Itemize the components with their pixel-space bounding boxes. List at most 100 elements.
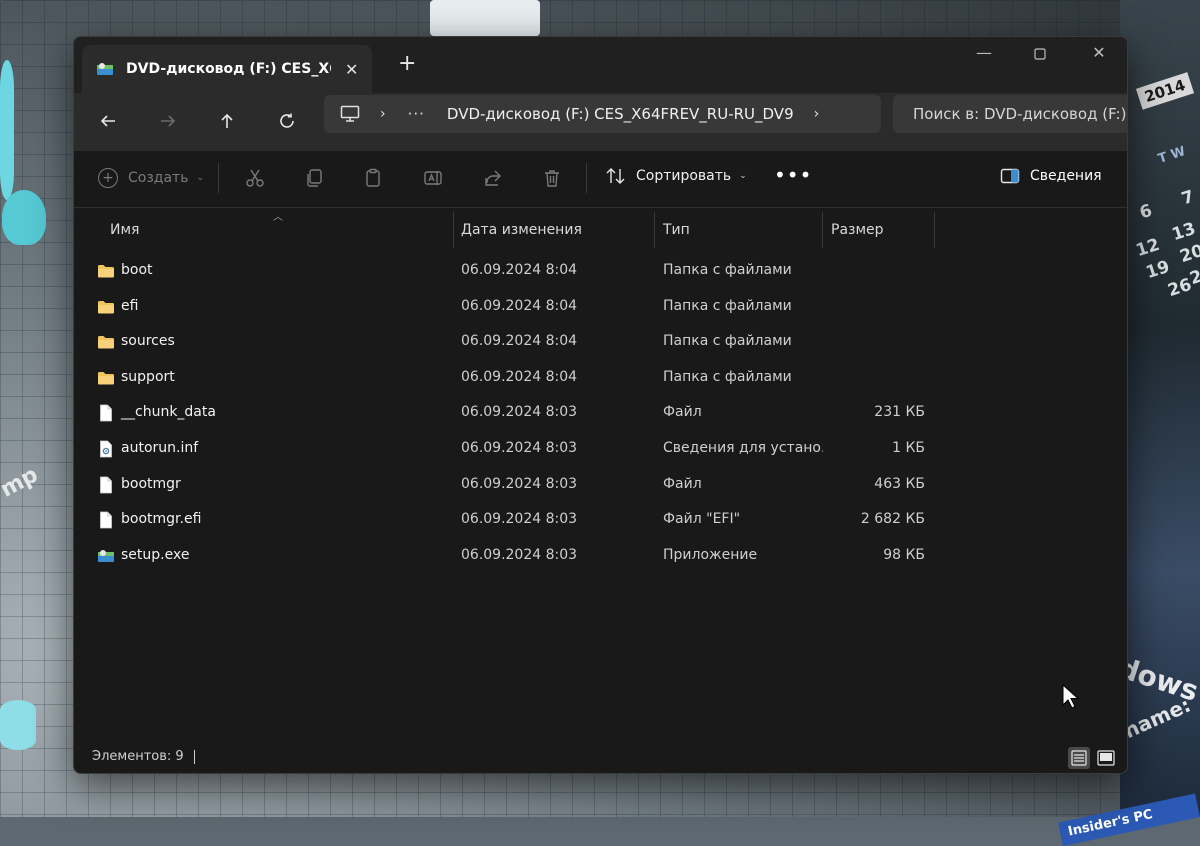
toolbar-divider (218, 163, 219, 193)
file-name: efi (121, 297, 139, 314)
details-pane-button[interactable]: Сведения (1000, 168, 1102, 184)
sort-ascending-icon: ︿ (273, 212, 283, 223)
file-row[interactable]: setup.exe 06.09.2024 8:03 Приложение 98 КБ (74, 538, 1127, 574)
column-divider[interactable] (934, 212, 935, 248)
address-bar[interactable]: › ··· DVD-дисковод (F:) CES_X64FREV_RU-R… (324, 95, 881, 133)
details-label: Сведения (1030, 168, 1102, 184)
back-icon (100, 115, 115, 127)
plus-icon: + (98, 168, 118, 188)
column-divider[interactable] (654, 212, 655, 248)
file-row[interactable]: sources 06.09.2024 8:04 Папка с файлами (74, 324, 1127, 360)
minimize-button[interactable]: — (969, 43, 999, 62)
file-icon (100, 476, 112, 493)
file-row[interactable]: bootmgr 06.09.2024 8:03 Файл 463 КБ (74, 467, 1127, 503)
column-header-name[interactable]: Имя (110, 222, 139, 238)
sort-button[interactable]: Сортировать ⌄ (606, 167, 747, 185)
file-row[interactable]: autorun.inf 06.09.2024 8:03 Сведения для у… (74, 431, 1127, 467)
address-chevron-end[interactable]: › (814, 106, 820, 122)
cut-button[interactable] (244, 167, 266, 189)
column-header-date[interactable]: Дата изменения (461, 222, 582, 238)
share-button[interactable] (482, 167, 504, 189)
folder-icon (98, 265, 114, 278)
desktop-decor-cyan-cylinder-bottom (0, 700, 36, 750)
file-date: 06.09.2024 8:04 (461, 262, 578, 278)
copy-icon (307, 169, 322, 187)
forward-icon (161, 115, 176, 127)
copy-button[interactable] (303, 167, 325, 189)
tab-title: DVD-дисковод (F:) CES_X64FREV_RU-RU_DV9 (126, 61, 331, 77)
settings-file-icon (100, 440, 112, 458)
address-path[interactable]: DVD-дисковод (F:) CES_X64FREV_RU-RU_DV9 (447, 105, 794, 123)
tab-close-icon[interactable]: ✕ (345, 60, 358, 79)
tiles-view-button[interactable] (1095, 747, 1117, 769)
file-row[interactable]: support 06.09.2024 8:04 Папка с файлами (74, 360, 1127, 396)
file-type: Сведения для устано... (663, 439, 823, 456)
chevron-down-icon: ⌄ (739, 171, 747, 181)
close-window-button[interactable]: ✕ (1084, 43, 1114, 62)
toolbar-divider (586, 163, 587, 193)
folder-icon (98, 300, 114, 314)
file-name: support (121, 368, 175, 385)
maximize-button[interactable] (1025, 45, 1055, 64)
column-header-row: ︿ Имя Дата изменения Тип Размер (74, 212, 1127, 248)
tab-dvd-drive[interactable]: DVD-дисковод (F:) CES_X64FREV_RU-RU_DV9 … (82, 45, 372, 93)
back-button[interactable] (94, 107, 122, 135)
file-row[interactable]: __chunk_data 06.09.2024 8:03 Файл 231 КБ (74, 395, 1127, 431)
file-row[interactable]: efi 06.09.2024 8:04 Папка с файлами (74, 289, 1127, 325)
desktop-decor-cone (2, 190, 46, 245)
maximize-icon (1034, 48, 1046, 60)
chevron-down-icon: ⌄ (196, 173, 204, 183)
up-button[interactable] (213, 107, 241, 135)
file-name: __chunk_data (121, 404, 216, 421)
file-type: Папка с файлами (663, 297, 792, 314)
file-size: 231 КБ (874, 404, 925, 421)
file-type: Файл "EFI" (663, 511, 741, 528)
details-pane-icon (1000, 168, 1020, 184)
item-count: Элементов: 9 (92, 749, 184, 764)
details-view-button[interactable] (1068, 747, 1090, 769)
navigation-bar: › ··· DVD-дисковод (F:) CES_X64FREV_RU-R… (74, 93, 1127, 151)
new-tab-button[interactable]: + (398, 51, 416, 76)
address-overflow-button[interactable]: ··· (408, 105, 425, 123)
sort-icon (606, 168, 625, 184)
more-options-button[interactable]: ••• (774, 163, 812, 187)
sort-label: Сортировать (636, 168, 732, 184)
file-type: Приложение (663, 546, 758, 563)
column-header-size[interactable]: Размер (831, 222, 884, 238)
forward-button[interactable] (154, 107, 182, 135)
share-icon (485, 170, 501, 186)
file-size: 2 682 КБ (860, 511, 925, 528)
file-type: Папка с файлами (663, 262, 792, 278)
file-size: 463 КБ (874, 475, 925, 492)
file-row[interactable]: boot 06.09.2024 8:04 Папка с файлами (74, 253, 1127, 289)
search-input[interactable] (911, 104, 1127, 124)
file-icon (100, 404, 112, 422)
create-label: Создать (128, 170, 189, 186)
column-header-type[interactable]: Тип (663, 222, 690, 238)
paste-button[interactable] (362, 167, 384, 189)
desktop-decor-box-top (430, 0, 540, 36)
column-divider[interactable] (453, 212, 454, 248)
rename-button[interactable] (422, 167, 444, 189)
delete-button[interactable] (541, 167, 563, 189)
refresh-button[interactable] (273, 107, 301, 135)
setup-icon (98, 549, 114, 562)
trash-icon (545, 170, 559, 187)
refresh-icon (280, 113, 294, 128)
file-date: 06.09.2024 8:03 (461, 404, 578, 421)
command-bar: + Создать ⌄ Сортировать ⌄ ••• Сведения (74, 151, 1127, 208)
tiles-view-icon (1097, 750, 1115, 766)
file-icon (100, 511, 112, 529)
file-size: 1 КБ (892, 439, 925, 456)
dvd-drive-icon (97, 63, 113, 75)
file-row[interactable]: bootmgr.efi 06.09.2024 8:03 Файл "EFI" 2 68… (74, 502, 1127, 538)
address-chevron[interactable]: › (380, 106, 386, 122)
column-divider[interactable] (822, 212, 823, 248)
status-bar: Элементов: 9 (74, 743, 1127, 773)
file-type: Файл (663, 475, 702, 492)
search-box[interactable] (893, 95, 1127, 133)
folder-icon (98, 336, 114, 349)
scissors-icon (246, 169, 264, 187)
create-button[interactable]: + Создать ⌄ (98, 168, 204, 188)
file-type: Файл (663, 404, 702, 421)
